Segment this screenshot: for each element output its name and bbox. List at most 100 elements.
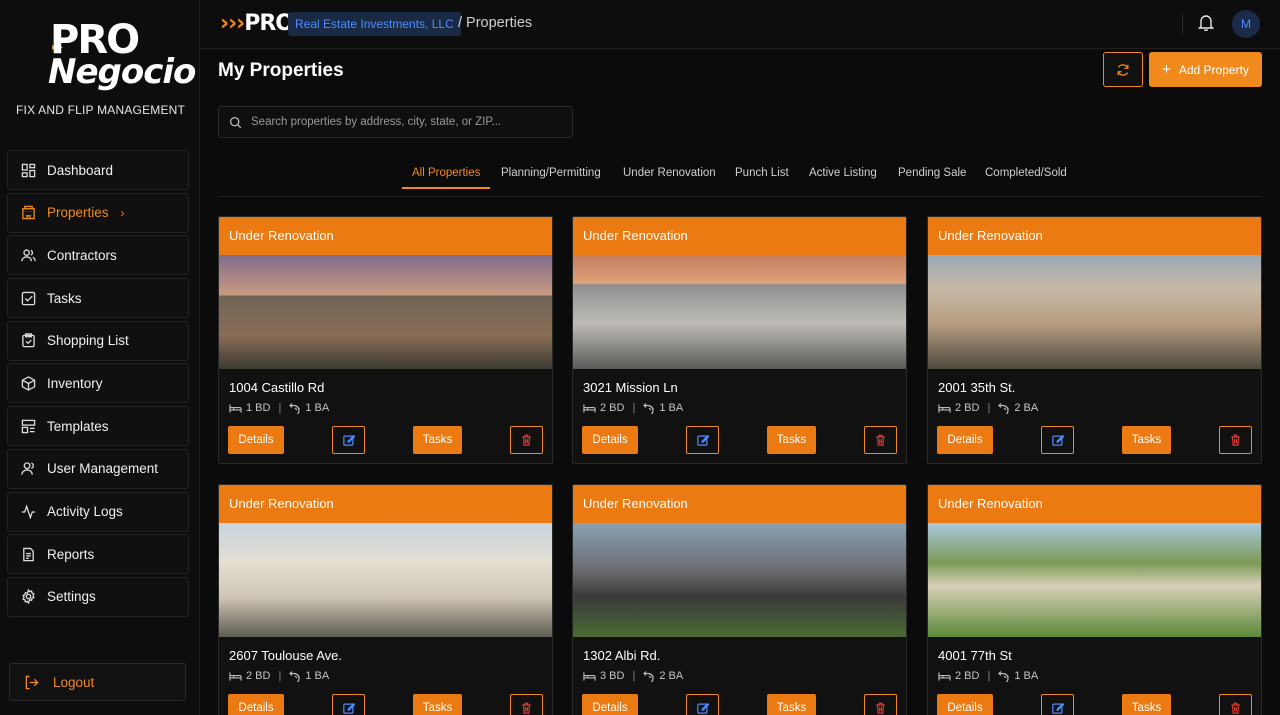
bath-icon bbox=[998, 403, 1010, 414]
logo-negocio-text: Negocio bbox=[48, 52, 196, 92]
edit-button[interactable] bbox=[686, 426, 719, 454]
separator: | bbox=[632, 670, 636, 682]
company-badge[interactable]: Real Estate Investments, LLC bbox=[288, 12, 461, 36]
tab-completed-sold[interactable]: Completed/Sold bbox=[985, 167, 1067, 188]
tasks-button[interactable]: Tasks bbox=[767, 426, 816, 454]
details-button[interactable]: Details bbox=[228, 694, 284, 715]
tasks-button[interactable]: Tasks bbox=[1122, 426, 1171, 454]
sidebar-item-label: Templates bbox=[47, 418, 109, 434]
edit-icon bbox=[342, 702, 355, 714]
details-button[interactable]: Details bbox=[582, 694, 638, 715]
sidebar-item-label: Inventory bbox=[47, 375, 103, 391]
sidebar-item-settings[interactable]: Settings bbox=[7, 576, 189, 617]
edit-button[interactable] bbox=[332, 694, 365, 715]
avatar[interactable]: M bbox=[1232, 10, 1260, 38]
details-button[interactable]: Details bbox=[582, 426, 638, 454]
bell-icon[interactable] bbox=[1197, 14, 1216, 32]
beds-count: 2 BD bbox=[955, 670, 980, 682]
sidebar-item-inventory[interactable]: Inventory bbox=[7, 363, 189, 404]
search-box bbox=[218, 106, 573, 138]
tasks-button[interactable]: Tasks bbox=[413, 426, 462, 454]
details-button[interactable]: Details bbox=[228, 426, 284, 454]
sidebar-item-properties[interactable]: Properties › bbox=[7, 192, 189, 233]
sidebar-item-label: Contractors bbox=[47, 247, 117, 263]
tab-pending-sale[interactable]: Pending Sale bbox=[898, 167, 966, 188]
bed-icon bbox=[938, 671, 951, 681]
sidebar-item-dashboard[interactable]: Dashboard bbox=[7, 150, 189, 190]
status-banner: Under Renovation bbox=[928, 485, 1261, 523]
tab-planning-permitting[interactable]: Planning/Permitting bbox=[501, 167, 601, 188]
tasks-button[interactable]: Tasks bbox=[1122, 694, 1171, 715]
mini-logo[interactable]: ›››PRO bbox=[220, 11, 294, 36]
activity-icon bbox=[20, 504, 36, 520]
edit-icon bbox=[342, 434, 355, 446]
delete-button[interactable] bbox=[864, 426, 897, 454]
delete-button[interactable] bbox=[510, 426, 543, 454]
search-input[interactable] bbox=[251, 116, 551, 128]
property-photo[interactable] bbox=[928, 523, 1261, 637]
status-tabs: All Properties Planning/Permitting Under… bbox=[218, 157, 1262, 197]
baths-count: 1 BA bbox=[305, 402, 330, 414]
edit-icon bbox=[696, 702, 709, 714]
trash-icon bbox=[522, 702, 531, 714]
sidebar-item-contractors[interactable]: Contractors bbox=[7, 235, 189, 276]
bed-icon bbox=[229, 403, 242, 413]
bath-icon bbox=[643, 671, 655, 682]
sidebar-item-tasks[interactable]: Tasks bbox=[7, 278, 189, 319]
tasks-button[interactable]: Tasks bbox=[767, 694, 816, 715]
separator: | bbox=[987, 402, 991, 414]
edit-button[interactable] bbox=[332, 426, 365, 454]
edit-button[interactable] bbox=[686, 694, 719, 715]
tab-active-listing[interactable]: Active Listing bbox=[809, 167, 877, 188]
tab-all-properties[interactable]: All Properties bbox=[402, 167, 491, 189]
delete-button[interactable] bbox=[1219, 426, 1252, 454]
sidebar-item-user-management[interactable]: User Management bbox=[7, 448, 189, 489]
brand-logo[interactable]: ▸▸▸ PRO Negocio bbox=[0, 18, 200, 98]
edit-button[interactable] bbox=[1041, 426, 1074, 454]
property-photo[interactable] bbox=[928, 255, 1261, 369]
baths-count: 1 BA bbox=[305, 670, 330, 682]
tab-under-renovation[interactable]: Under Renovation bbox=[623, 167, 716, 188]
top-bar: ›››PRO Real Estate Investments, LLC / Pr… bbox=[200, 0, 1280, 49]
property-specs: 2 BD | 2 BA bbox=[938, 402, 1038, 414]
sidebar-item-shopping-list[interactable]: Shopping List bbox=[7, 320, 189, 361]
property-photo[interactable] bbox=[219, 255, 552, 369]
baths-count: 1 BA bbox=[659, 402, 684, 414]
details-button[interactable]: Details bbox=[937, 694, 993, 715]
property-card: Under Renovation 1004 Castillo Rd 1 BD |… bbox=[218, 216, 553, 464]
status-banner: Under Renovation bbox=[573, 217, 906, 255]
status-banner: Under Renovation bbox=[573, 485, 906, 523]
sidebar-item-templates[interactable]: Templates bbox=[7, 406, 189, 447]
beds-count: 2 BD bbox=[955, 402, 980, 414]
property-photo[interactable] bbox=[219, 523, 552, 637]
property-specs: 2 BD | 1 BA bbox=[229, 670, 329, 682]
add-property-button[interactable]: + Add Property bbox=[1149, 52, 1262, 87]
checkbox-icon bbox=[20, 290, 36, 306]
sidebar-item-reports[interactable]: Reports bbox=[7, 534, 189, 575]
baths-count: 1 BA bbox=[1014, 670, 1039, 682]
baths-count: 2 BA bbox=[1014, 402, 1039, 414]
building-icon bbox=[20, 205, 36, 221]
sidebar-item-label: Tasks bbox=[47, 290, 82, 306]
delete-button[interactable] bbox=[1219, 694, 1252, 715]
logout-button[interactable]: Logout bbox=[9, 663, 186, 701]
property-photo[interactable] bbox=[573, 523, 906, 637]
edit-button[interactable] bbox=[1041, 694, 1074, 715]
status-banner: Under Renovation bbox=[219, 217, 552, 255]
property-address: 4001 77th St bbox=[938, 648, 1012, 663]
sidebar-item-label: Reports bbox=[47, 546, 95, 562]
refresh-button[interactable] bbox=[1103, 52, 1143, 87]
delete-button[interactable] bbox=[864, 694, 897, 715]
details-button[interactable]: Details bbox=[937, 426, 993, 454]
tasks-button[interactable]: Tasks bbox=[413, 694, 462, 715]
tab-punch-list[interactable]: Punch List bbox=[735, 167, 789, 188]
property-card: Under Renovation 2607 Toulouse Ave. 2 BD… bbox=[218, 484, 553, 715]
beds-count: 2 BD bbox=[600, 402, 625, 414]
breadcrumb: / Properties bbox=[458, 15, 533, 31]
sidebar-item-activity-logs[interactable]: Activity Logs bbox=[7, 491, 189, 532]
refresh-icon bbox=[1117, 63, 1129, 76]
delete-button[interactable] bbox=[510, 694, 543, 715]
template-icon bbox=[20, 418, 36, 434]
plus-icon: + bbox=[1162, 61, 1171, 78]
property-photo[interactable] bbox=[573, 255, 906, 369]
